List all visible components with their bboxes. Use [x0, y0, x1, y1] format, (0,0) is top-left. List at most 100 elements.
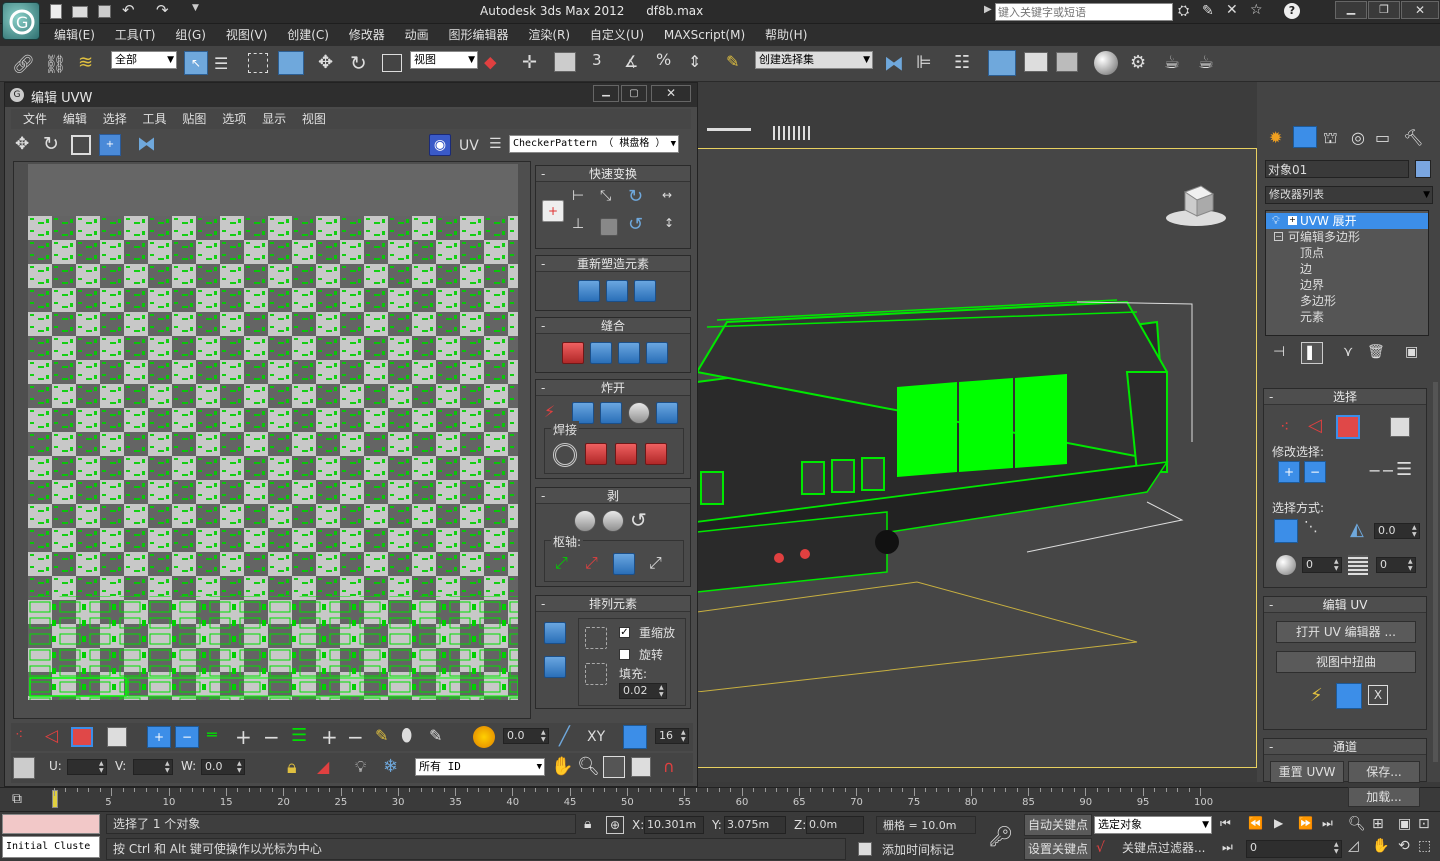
cmd-polygon-icon[interactable] [1336, 415, 1360, 439]
menu-rendering[interactable]: 渲染(R) [520, 24, 578, 46]
uvw-menu-options[interactable]: 选项 [216, 109, 252, 129]
zoom-icon[interactable]: 🔍︎ [577, 756, 600, 777]
layer-manager-icon[interactable]: ☷ [954, 52, 970, 73]
xy-label[interactable]: XY [587, 729, 605, 745]
rollout-arrange-title[interactable]: 排列元素 [536, 596, 690, 612]
rotate-90-icon[interactable]: ↻ [628, 186, 650, 208]
pin-icon[interactable]: ⤢ [555, 553, 577, 575]
stack-item-uvw-unwrap[interactable]: 💡︎ + UVW 展开 [1266, 213, 1428, 229]
auto-pin-icon[interactable] [613, 553, 635, 575]
zoom-extents-nav-icon[interactable]: ▣ [1398, 816, 1411, 832]
remove-modifier-icon[interactable]: 🗑︎ [1367, 344, 1385, 360]
minimize-button[interactable]: ▁ [1335, 1, 1367, 19]
flatten-by-material-icon[interactable] [656, 402, 678, 424]
prev-frame-icon[interactable]: ⏪ [1248, 816, 1263, 830]
select-pins-icon[interactable]: ⤢ [649, 553, 671, 575]
snap-toggle-icon[interactable]: 3 [592, 51, 602, 69]
graphite-toggle-icon[interactable] [988, 50, 1016, 76]
rescale-checkbox[interactable]: ✓ [619, 627, 630, 638]
search-arrow-icon[interactable]: ▶ [984, 4, 992, 15]
align-horizontal-icon[interactable]: ⊢ [572, 188, 594, 210]
zoom-extents-all-nav-icon[interactable]: ⊡ [1418, 816, 1430, 832]
configure-sets-icon[interactable]: ▣ [1405, 344, 1418, 360]
select-object-icon[interactable]: ↖ [184, 51, 208, 75]
reset-uvw-button[interactable]: 重置 UVW [1270, 761, 1344, 783]
key-mode-toggle-icon[interactable]: ⏭ [1222, 840, 1233, 855]
id-filter-dropdown[interactable]: 所有 ID [415, 758, 545, 776]
quick-planar-icon[interactable]: ⚡ [1310, 685, 1323, 706]
schematic-view-icon[interactable] [1056, 52, 1078, 72]
soft-falloff-spinner[interactable]: 0.0 [503, 728, 549, 744]
auto-key-button[interactable]: 自动关键点 [1024, 814, 1092, 836]
expand-icon[interactable]: + [1288, 216, 1297, 225]
load-uvw-button[interactable]: 加载... [1348, 787, 1420, 807]
rollout-quick-transform-title[interactable]: 快速变换 [536, 166, 690, 182]
uvw-menu-display[interactable]: 显示 [256, 109, 292, 129]
curve-editor-icon[interactable] [1024, 52, 1048, 72]
weld-all-icon[interactable] [615, 443, 637, 465]
cmd-element-icon[interactable] [1390, 417, 1410, 437]
menu-animation[interactable]: 动画 [397, 24, 437, 46]
app-logo-icon[interactable]: G [2, 2, 40, 40]
render-production-icon[interactable]: ☕ [1198, 52, 1214, 73]
weld-selected-icon[interactable] [585, 443, 607, 465]
open-uv-editor-button[interactable]: 打开 UV 编辑器 ... [1276, 621, 1416, 643]
flatten-by-polygon-icon[interactable] [600, 402, 622, 424]
goto-end-icon[interactable]: ⏭ [1322, 816, 1333, 831]
u-spinner[interactable] [67, 759, 107, 775]
show-map-icon[interactable]: ◉ [429, 134, 451, 156]
menu-graph-editors[interactable]: 图形编辑器 [440, 24, 516, 46]
edge-sub-icon[interactable]: ◁ [45, 726, 58, 746]
set-key-icon[interactable]: 🔑︎ [988, 824, 1013, 848]
pack-group2-icon[interactable] [585, 663, 607, 685]
rect-region-icon[interactable] [248, 53, 268, 73]
maximize-button[interactable]: ❐ [1368, 1, 1400, 19]
train-model[interactable] [697, 232, 1257, 692]
uv-rotate-icon[interactable]: ↻ [43, 133, 59, 155]
align-icon[interactable]: ⊫ [916, 52, 932, 73]
grow-sel-icon[interactable]: + [147, 726, 171, 748]
stitch-to-target-icon[interactable] [562, 342, 584, 364]
tools-icon[interactable]: ✎ [1202, 3, 1214, 19]
uvw-menu-edit[interactable]: 编辑 [57, 109, 93, 129]
rotate-neg90-icon[interactable]: ↺ [628, 214, 650, 236]
open-file-icon[interactable] [72, 6, 88, 18]
uvw-options-icon[interactable]: ☰ [489, 136, 502, 152]
uv-scale-icon[interactable] [71, 135, 91, 155]
flatten-by-smoothing-icon[interactable] [628, 402, 650, 424]
uvw-minimize-button[interactable]: ▁ [593, 85, 619, 102]
uvw-close-button[interactable]: ✕ [651, 85, 691, 102]
uvw-maximize-button[interactable]: ▢ [621, 85, 647, 102]
polygon-sub-icon[interactable] [71, 727, 93, 747]
current-frame-field[interactable]: 0 [1246, 840, 1342, 858]
cmd-grow-icon[interactable]: + [1278, 461, 1300, 483]
relax-icon[interactable] [606, 280, 628, 302]
pack-custom-icon[interactable] [544, 622, 566, 644]
unpin-icon[interactable]: ⤢ [585, 553, 607, 575]
lightbulb-icon[interactable]: 💡︎ [1272, 213, 1280, 229]
uv-move-icon[interactable]: ✥ [15, 134, 29, 154]
binoculars-icon[interactable]: ⛭ [1178, 3, 1189, 19]
menu-maxscript[interactable]: MAXScript(M) [656, 24, 753, 46]
next-frame-icon[interactable]: ⏩ [1298, 816, 1313, 830]
stitch-to-source-icon[interactable] [590, 342, 612, 364]
ring-minus-icon[interactable]: − [347, 725, 364, 749]
y-coord-field[interactable]: 3.075m [724, 816, 786, 834]
play-icon[interactable]: ▶ [1274, 816, 1283, 830]
align-diagonal-icon[interactable]: ⤡ [600, 188, 622, 210]
menu-help[interactable]: 帮助(H) [757, 24, 815, 46]
paint-shrink-icon[interactable]: ✎ [429, 726, 442, 745]
save-icon[interactable] [98, 5, 111, 18]
menu-tools[interactable]: 工具(T) [107, 24, 164, 46]
x-coord-field[interactable]: 10.301m [644, 816, 704, 834]
cmd-ring-icon[interactable]: ☰ [1396, 459, 1412, 480]
tweak-in-view-button[interactable]: 视图中扭曲 [1276, 651, 1416, 673]
show-end-result-icon[interactable]: ▌ [1301, 342, 1323, 364]
menu-create[interactable]: 创建(C) [279, 24, 337, 46]
uvw-menu-mapping[interactable]: 贴图 [176, 109, 212, 129]
uv-canvas[interactable] [13, 161, 531, 719]
maxscript-listener-white[interactable]: Initial Cluste [2, 836, 100, 858]
angle-spinner[interactable]: 0.0 [1374, 523, 1420, 539]
select-manipulate-icon[interactable]: ✛ [522, 52, 537, 73]
rollout-explode-title[interactable]: 炸开 [536, 380, 690, 396]
